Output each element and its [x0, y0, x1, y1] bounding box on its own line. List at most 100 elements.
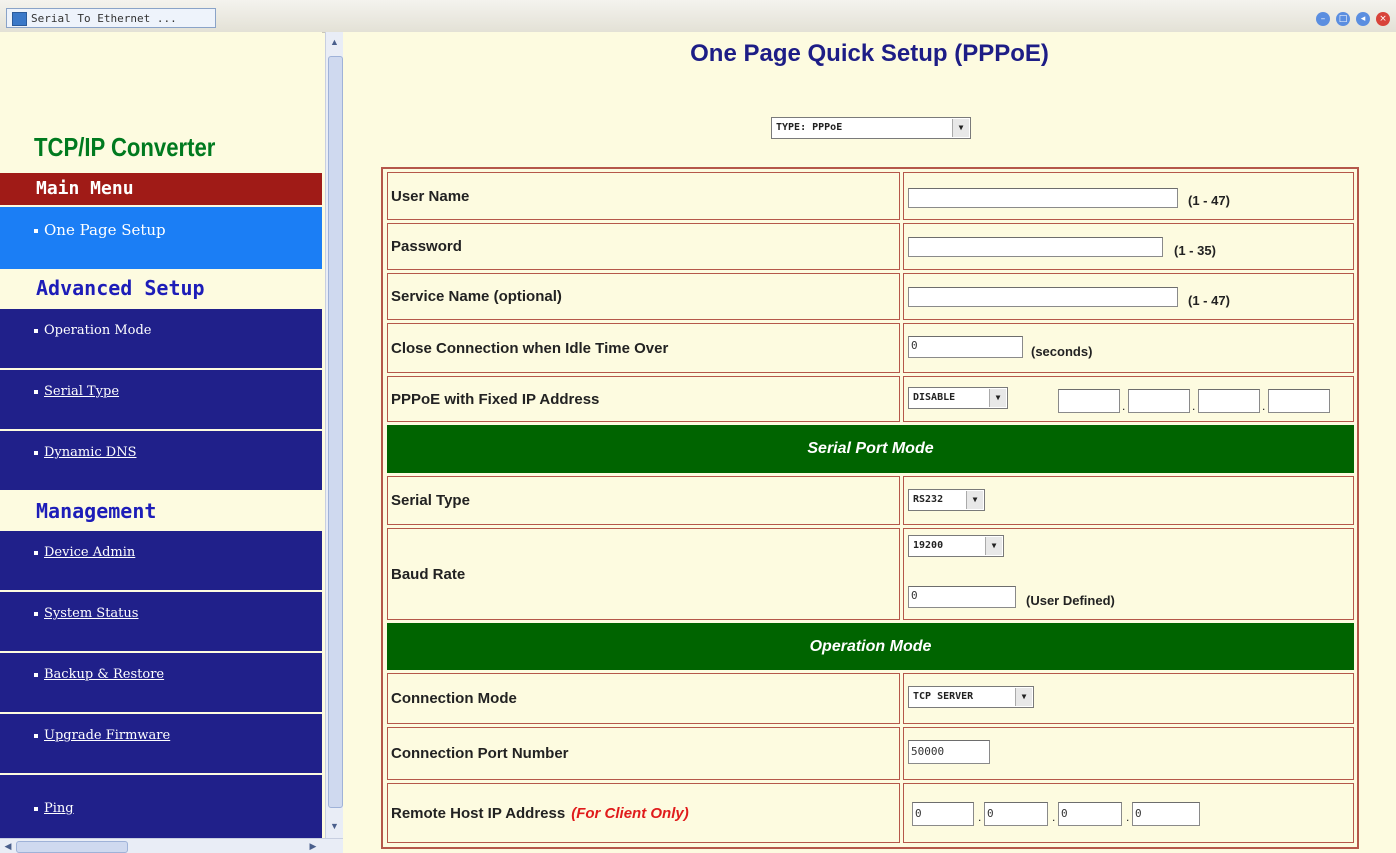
setup-form-table: User Name (1 - 47) Password (1 - 35) Ser… [381, 167, 1359, 849]
fixed-ip-octet-2[interactable] [1128, 389, 1190, 413]
page-icon [12, 12, 27, 26]
baud-rate-cell: 19200 ▼ 0 (User Defined) [903, 528, 1354, 620]
connection-mode-select[interactable]: TCP SERVER ▼ [908, 686, 1034, 708]
close-icon[interactable]: × [1376, 12, 1390, 26]
scroll-thumb[interactable] [16, 841, 128, 853]
port-number-input[interactable]: 50000 [908, 740, 990, 764]
sidebar-item-dynamic-dns[interactable]: Dynamic DNS [0, 429, 322, 490]
sidebar-item-device-admin[interactable]: Device Admin [0, 529, 322, 590]
sidebar: TCP/IP Converter Main Menu One Page Setu… [0, 32, 322, 838]
remote-host-octet-1[interactable]: 0 [912, 802, 974, 826]
sidebar-item-backup-restore[interactable]: Backup & Restore [0, 651, 322, 712]
sidebar-item-label: Ping [44, 801, 74, 816]
user-name-input[interactable] [908, 188, 1178, 208]
chevron-down-icon[interactable]: ▼ [952, 119, 969, 137]
chevron-down-icon[interactable]: ▼ [1015, 688, 1032, 706]
serial-type-cell: RS232 ▼ [903, 476, 1354, 525]
baud-rate-hint: (User Defined) [1026, 593, 1115, 608]
connection-mode-label: Connection Mode [387, 673, 900, 724]
baud-rate-select-value: 19200 [913, 540, 944, 551]
baud-rate-label: Baud Rate [387, 528, 900, 620]
fixed-ip-octet-3[interactable] [1198, 389, 1260, 413]
sidebar-item-ping[interactable]: Ping [0, 773, 322, 838]
bullet-icon [34, 328, 38, 333]
bullet-icon [34, 672, 38, 677]
octet-separator: . [1122, 399, 1126, 413]
bullet-icon [34, 733, 38, 738]
table-row: Serial Type RS232 ▼ [387, 476, 1354, 525]
service-name-hint: (1 - 47) [1188, 293, 1230, 308]
scroll-right-icon[interactable]: ▶ [306, 839, 320, 853]
main-content: One Page Quick Setup (PPPoE) TYPE: PPPoE… [343, 32, 1396, 852]
sidebar-item-label: Operation Mode [44, 323, 152, 338]
type-select[interactable]: TYPE: PPPoE ▼ [771, 117, 971, 139]
baud-rate-select[interactable]: 19200 ▼ [908, 535, 1004, 557]
table-row: Baud Rate 19200 ▼ 0 (User Defined) [387, 528, 1354, 620]
logo-area: TCP/IP Converter [0, 32, 322, 173]
sidebar-item-one-page-setup[interactable]: One Page Setup [0, 205, 322, 269]
user-name-hint: (1 - 47) [1188, 193, 1230, 208]
serial-port-mode-header: Serial Port Mode [387, 425, 1354, 473]
sidebar-item-label: System Status [44, 606, 139, 621]
scroll-thumb[interactable] [328, 56, 343, 808]
connection-mode-cell: TCP SERVER ▼ [903, 673, 1354, 724]
password-input[interactable] [908, 237, 1163, 257]
sidebar-item-label: Upgrade Firmware [44, 728, 171, 743]
sidebar-item-label: Dynamic DNS [44, 445, 137, 460]
type-select-value: TYPE: PPPoE [776, 122, 843, 133]
maximize-icon[interactable]: □ [1336, 12, 1350, 26]
sidebar-vertical-scrollbar[interactable]: ▲ ▼ [325, 32, 344, 838]
scroll-left-icon[interactable]: ◀ [1, 839, 15, 853]
bullet-icon [34, 229, 38, 233]
fixed-ip-select-value: DISABLE [913, 392, 956, 403]
scroll-down-icon[interactable]: ▼ [328, 818, 341, 834]
fixed-ip-select[interactable]: DISABLE ▼ [908, 387, 1008, 409]
serial-type-select[interactable]: RS232 ▼ [908, 489, 985, 511]
remote-host-octet-2[interactable]: 0 [984, 802, 1048, 826]
table-row: PPPoE with Fixed IP Address DISABLE ▼ . … [387, 376, 1354, 422]
bullet-icon [34, 550, 38, 555]
octet-separator: . [1126, 810, 1130, 824]
octet-separator: . [1192, 399, 1196, 413]
chevron-down-icon[interactable]: ▼ [985, 537, 1002, 555]
connection-mode-select-value: TCP SERVER [913, 691, 974, 702]
bullet-icon [34, 806, 38, 811]
advanced-setup-header: Advanced Setup [0, 269, 322, 309]
service-name-label: Service Name (optional) [387, 273, 900, 320]
idle-time-input[interactable]: 0 [908, 336, 1023, 358]
octet-separator: . [978, 810, 982, 824]
service-name-cell: (1 - 47) [903, 273, 1354, 320]
sidebar-item-operation-mode[interactable]: Operation Mode [0, 307, 322, 368]
fixed-ip-octet-1[interactable] [1058, 389, 1120, 413]
chevron-down-icon[interactable]: ▼ [966, 491, 983, 509]
serial-type-label: Serial Type [387, 476, 900, 525]
remote-host-octet-3[interactable]: 0 [1058, 802, 1122, 826]
sidebar-item-system-status[interactable]: System Status [0, 590, 322, 651]
bullet-icon [34, 611, 38, 616]
restore-icon[interactable]: ◂ [1356, 12, 1370, 26]
octet-separator: . [1262, 399, 1266, 413]
page-title: One Page Quick Setup (PPPoE) [690, 40, 1049, 67]
baud-rate-custom-input[interactable]: 0 [908, 586, 1016, 608]
service-name-input[interactable] [908, 287, 1178, 307]
table-row: Connection Mode TCP SERVER ▼ [387, 673, 1354, 724]
serial-type-select-value: RS232 [913, 494, 944, 505]
sidebar-item-serial-type[interactable]: Serial Type [0, 368, 322, 429]
remote-host-cell: 0 . 0 . 0 . 0 [903, 783, 1354, 843]
table-row: Remote Host IP Address (For Client Only)… [387, 783, 1354, 843]
browser-tab[interactable]: Serial To Ethernet ... [6, 8, 216, 28]
remote-host-octet-4[interactable]: 0 [1132, 802, 1200, 826]
minimize-icon[interactable]: – [1316, 12, 1330, 26]
sidebar-item-upgrade-firmware[interactable]: Upgrade Firmware [0, 712, 322, 773]
sidebar-item-label: Backup & Restore [44, 667, 165, 682]
sidebar-horizontal-scrollbar[interactable]: ◀ ▶ [0, 838, 343, 853]
chevron-down-icon[interactable]: ▼ [989, 389, 1006, 407]
idle-time-label: Close Connection when Idle Time Over [387, 323, 900, 373]
management-header: Management [0, 490, 322, 530]
password-hint: (1 - 35) [1174, 243, 1216, 258]
scroll-up-icon[interactable]: ▲ [328, 34, 341, 50]
table-row: Service Name (optional) (1 - 47) [387, 273, 1354, 320]
operation-mode-header: Operation Mode [387, 623, 1354, 670]
fixed-ip-octet-4[interactable] [1268, 389, 1330, 413]
fixed-ip-label: PPPoE with Fixed IP Address [387, 376, 900, 422]
